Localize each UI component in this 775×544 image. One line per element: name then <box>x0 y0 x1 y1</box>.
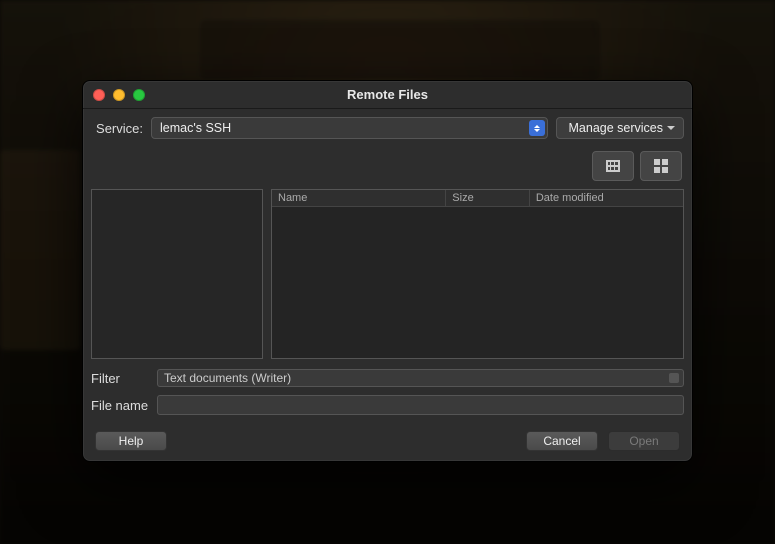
button-spacer <box>177 431 516 451</box>
cancel-button[interactable]: Cancel <box>526 431 598 451</box>
filter-label: Filter <box>91 371 157 386</box>
file-list-header: Name Size Date modified <box>272 190 683 207</box>
column-header-name[interactable]: Name <box>272 190 446 206</box>
manage-services-label: Manage services <box>569 121 664 135</box>
list-view-button[interactable] <box>592 151 634 181</box>
zoom-icon[interactable] <box>133 89 145 101</box>
updown-arrows-icon <box>529 120 545 136</box>
dialog-buttons: Help Cancel Open <box>91 431 684 451</box>
icon-view-button[interactable] <box>640 151 682 181</box>
filename-input[interactable] <box>157 395 684 415</box>
list-view-icon <box>605 158 621 174</box>
service-label: Service: <box>91 121 143 136</box>
filename-label: File name <box>91 398 157 413</box>
filter-row: Filter Text documents (Writer) <box>91 369 684 387</box>
dialog-content: Service: lemac's SSH Manage services <box>83 109 692 461</box>
grid-view-icon <box>653 158 669 174</box>
close-icon[interactable] <box>93 89 105 101</box>
service-row: Service: lemac's SSH Manage services <box>91 117 684 139</box>
titlebar: Remote Files <box>83 81 692 109</box>
folder-tree[interactable] <box>91 189 263 359</box>
window-controls <box>83 89 145 101</box>
help-button[interactable]: Help <box>95 431 167 451</box>
minimize-icon[interactable] <box>113 89 125 101</box>
help-button-label: Help <box>119 434 144 448</box>
file-list-body[interactable] <box>272 207 683 358</box>
filter-select[interactable]: Text documents (Writer) <box>157 369 684 387</box>
file-browser-pane: Name Size Date modified <box>91 189 684 359</box>
column-header-date[interactable]: Date modified <box>530 190 683 206</box>
window-title: Remote Files <box>83 87 692 102</box>
open-button-label: Open <box>629 434 658 448</box>
service-select[interactable]: lemac's SSH <box>151 117 548 139</box>
filter-select-value: Text documents (Writer) <box>164 371 291 385</box>
view-toggle-group <box>91 151 684 181</box>
remote-files-dialog: Remote Files Service: lemac's SSH Manage… <box>82 80 693 462</box>
open-button[interactable]: Open <box>608 431 680 451</box>
service-select-value: lemac's SSH <box>160 121 231 135</box>
column-header-size[interactable]: Size <box>446 190 530 206</box>
manage-services-button[interactable]: Manage services <box>556 117 685 139</box>
file-list[interactable]: Name Size Date modified <box>271 189 684 359</box>
filename-row: File name <box>91 395 684 415</box>
cancel-button-label: Cancel <box>543 434 580 448</box>
